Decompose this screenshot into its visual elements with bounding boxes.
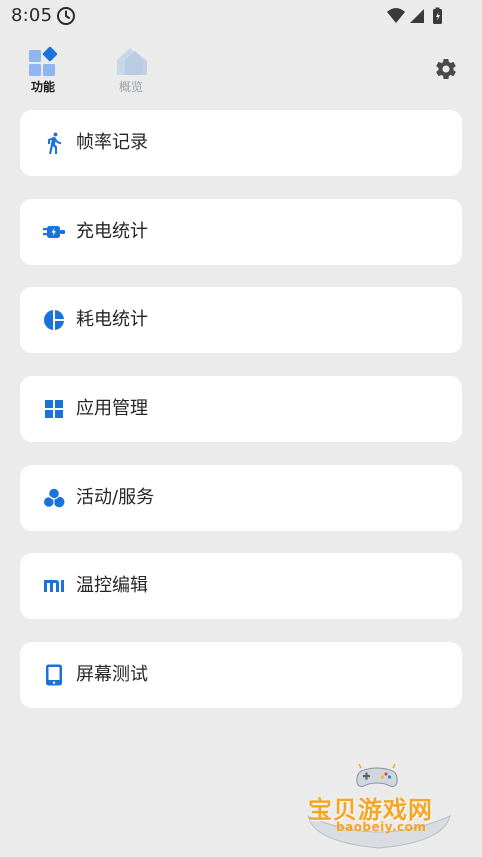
wifi-icon — [387, 8, 405, 23]
tab-overview-label: 概览 — [118, 80, 143, 94]
tab-functions-label: 功能 — [30, 80, 55, 94]
watermark-url: baobeiy.com — [336, 820, 427, 834]
status-time: 8:05 — [11, 5, 53, 26]
grid-diamond-icon — [29, 46, 58, 76]
menu-item-app-manage[interactable]: 应用管理 — [20, 376, 462, 443]
four-squares-icon — [45, 400, 63, 419]
gamepad-icon — [356, 764, 398, 787]
menu-item-label: 屏幕测试 — [76, 664, 148, 686]
tab-functions[interactable]: 功能 — [13, 42, 73, 100]
tab-overview[interactable]: 概览 — [101, 42, 161, 100]
menu-item-label: 耗电统计 — [76, 309, 148, 331]
menu-item-label: 充电统计 — [76, 220, 148, 242]
menu-item-label: 温控编辑 — [76, 575, 148, 597]
pie-chart-icon — [44, 310, 64, 331]
status-indicators — [387, 7, 442, 24]
charger-plug-icon — [43, 225, 65, 238]
menu-item-fps-record[interactable]: 帧率记录 — [20, 110, 462, 176]
menu-item-label: 活动/服务 — [76, 486, 155, 508]
tablet-screen-icon — [46, 664, 62, 686]
three-circles-icon — [43, 487, 65, 508]
menu-item-label: 应用管理 — [76, 398, 148, 420]
function-menu: 帧率记录 充电统计 耗电统计 应用管理 活动/服务 温控编辑 屏幕测试 — [20, 110, 462, 731]
top-tabs: 功能 概览 — [0, 42, 482, 102]
running-person-icon — [48, 132, 61, 154]
menu-item-charge-stats[interactable]: 充电统计 — [20, 198, 462, 265]
watermark-logo: 宝贝游戏网 baobeiy.com — [300, 762, 460, 852]
menu-item-thermal-edit[interactable]: 温控编辑 — [20, 553, 462, 620]
battery-icon — [433, 7, 442, 24]
clock-icon — [57, 7, 75, 25]
house-icon — [117, 48, 147, 75]
status-bar: 8:05 — [0, 0, 482, 32]
menu-item-power-stats[interactable]: 耗电统计 — [20, 287, 462, 354]
mi-logo-icon — [44, 580, 64, 593]
cell-signal-icon — [410, 9, 424, 23]
menu-item-screen-test[interactable]: 屏幕测试 — [20, 642, 462, 709]
menu-item-label: 帧率记录 — [76, 132, 148, 153]
menu-item-activity-service[interactable]: 活动/服务 — [20, 464, 462, 531]
gear-icon[interactable] — [434, 57, 458, 81]
